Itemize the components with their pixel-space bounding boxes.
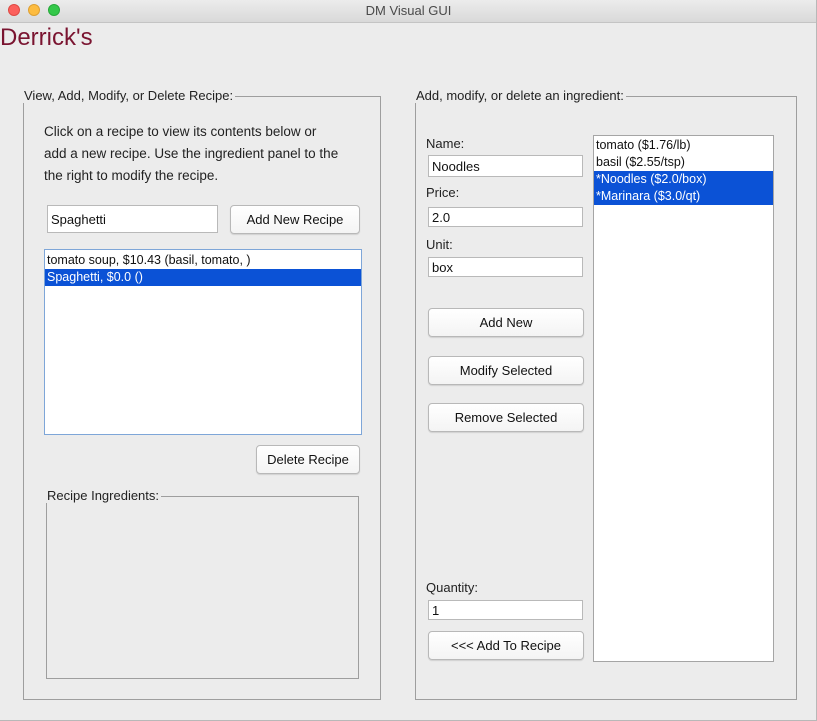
- recipe-panel: View, Add, Modify, or Delete Recipe: Cli…: [23, 88, 381, 700]
- list-item[interactable]: Spaghetti, $0.0 (): [45, 269, 361, 286]
- window-title: DM Visual GUI: [365, 3, 452, 18]
- recipe-ingredients-panel: Recipe Ingredients:: [46, 488, 359, 679]
- ingredient-panel-legend: Add, modify, or delete an ingredient:: [415, 88, 626, 103]
- list-item[interactable]: *Noodles ($2.0/box): [594, 171, 773, 188]
- recipe-ingredients-legend: Recipe Ingredients:: [46, 488, 162, 503]
- ingredient-list[interactable]: tomato ($1.76/lb) basil ($2.55/tsp) *Noo…: [593, 135, 774, 662]
- list-item[interactable]: tomato soup, $10.43 (basil, tomato, ): [45, 252, 361, 269]
- instruction-line: add a new recipe. Use the ingredient pan…: [44, 146, 339, 161]
- recipe-list[interactable]: tomato soup, $10.43 (basil, tomato, ) Sp…: [44, 249, 362, 435]
- app-window: DM Visual GUI Derrick's View, Add, Modif…: [0, 0, 817, 721]
- recipe-panel-legend: View, Add, Modify, or Delete Recipe:: [23, 88, 236, 103]
- ingredient-name-input[interactable]: Noodles: [428, 155, 583, 177]
- add-to-recipe-button[interactable]: <<< Add To Recipe: [428, 631, 584, 660]
- recipe-name-input[interactable]: Spaghetti: [47, 205, 218, 233]
- instruction-line: the right to modify the recipe.: [44, 168, 219, 183]
- delete-recipe-button[interactable]: Delete Recipe: [256, 445, 360, 474]
- list-item[interactable]: basil ($2.55/tsp): [594, 154, 773, 171]
- quantity-label: Quantity:: [426, 580, 479, 595]
- remove-selected-button[interactable]: Remove Selected: [428, 403, 584, 432]
- price-label: Price:: [426, 185, 460, 200]
- recipe-instructions: Click on a recipe to view its contents b…: [44, 121, 338, 187]
- app-title: Derrick's: [0, 24, 93, 51]
- list-item[interactable]: *Marinara ($3.0/qt): [594, 188, 773, 205]
- title-bar[interactable]: DM Visual GUI: [0, 0, 816, 23]
- unit-input[interactable]: box: [428, 257, 583, 277]
- quantity-input[interactable]: 1: [428, 600, 583, 620]
- modify-selected-button[interactable]: Modify Selected: [428, 356, 584, 385]
- instruction-line: Click on a recipe to view its contents b…: [44, 124, 317, 139]
- add-new-ingredient-button[interactable]: Add New: [428, 308, 584, 337]
- unit-label: Unit:: [426, 237, 453, 252]
- price-input[interactable]: 2.0: [428, 207, 583, 227]
- name-label: Name:: [426, 136, 465, 151]
- ingredient-panel: Add, modify, or delete an ingredient: Na…: [415, 88, 797, 700]
- list-item[interactable]: tomato ($1.76/lb): [594, 137, 773, 154]
- add-new-recipe-button[interactable]: Add New Recipe: [230, 205, 360, 234]
